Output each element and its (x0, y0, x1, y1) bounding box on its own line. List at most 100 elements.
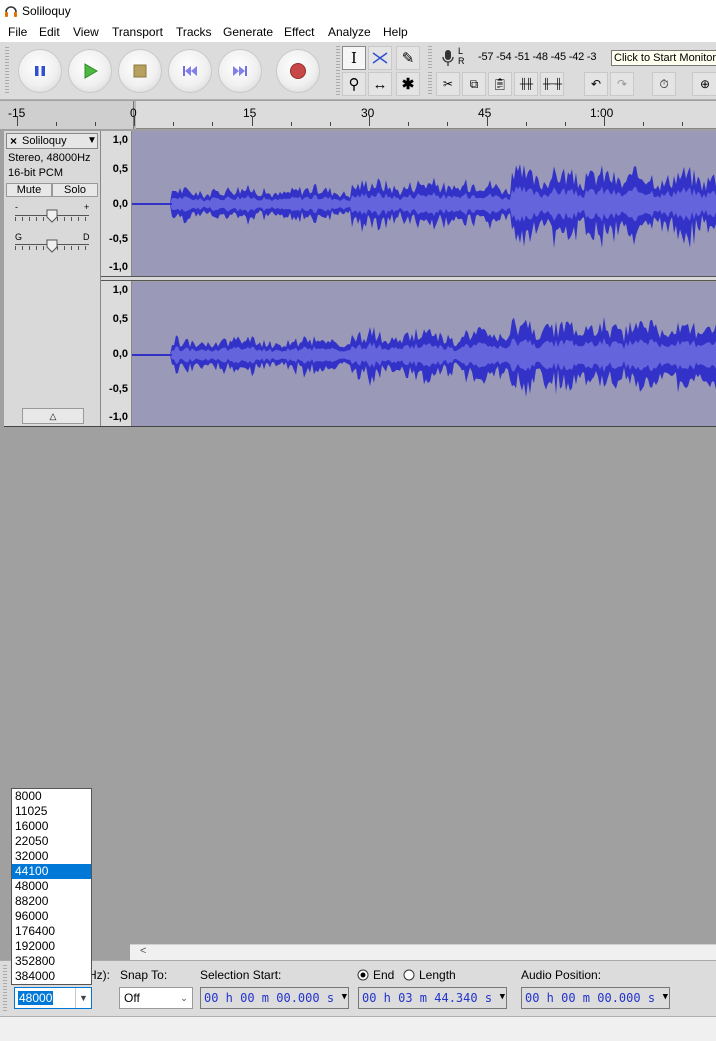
project-rate-combo[interactable]: 48000 ▼ (14, 987, 92, 1009)
end-radio[interactable] (357, 969, 369, 981)
track-format: Stereo, 48000Hz (8, 152, 91, 164)
horizontal-scrollbar[interactable]: < (130, 944, 716, 960)
rate-option[interactable]: 22050 (12, 834, 91, 849)
rate-option[interactable]: 44100 (12, 864, 91, 879)
waveform-right-channel[interactable] (132, 282, 716, 427)
solo-button[interactable]: Solo (52, 183, 98, 197)
amplitude-label: 0,0 (112, 348, 128, 360)
menu-analyze[interactable]: Analyze (328, 25, 371, 39)
paste-button[interactable]: 📋︎ (488, 72, 512, 96)
rate-option[interactable]: 352800 (12, 954, 91, 969)
triangle-up-icon: △ (49, 410, 57, 421)
rate-option[interactable]: 16000 (12, 819, 91, 834)
project-rate-value[interactable]: 48000 (18, 991, 54, 1005)
edit-toolbar-grip[interactable] (428, 72, 432, 94)
channel-separator[interactable] (101, 276, 716, 281)
skip-to-start-button[interactable] (168, 49, 212, 93)
snap-to-label: Snap To: (120, 968, 168, 982)
time-shift-tool[interactable]: ↔ (368, 72, 392, 96)
track-menu-chevron-icon[interactable]: ▼ (87, 135, 97, 146)
pause-button[interactable] (18, 49, 62, 93)
menu-file[interactable]: File (8, 25, 27, 39)
microphone-icon (442, 50, 454, 66)
rate-option[interactable]: 11025 (12, 804, 91, 819)
ruler-tick (290, 122, 292, 126)
selection-end-field[interactable]: 00 h 03 m 44.340 s ▼ (358, 987, 507, 1009)
amplitude-ruler-left[interactable]: 1,0 0,5 0,0 -0,5 -1,0 (101, 131, 132, 277)
zoom-tool[interactable]: ⚲ (342, 72, 366, 96)
ruler-tick (643, 122, 645, 126)
chevron-down-icon[interactable]: ⌄ (176, 988, 192, 1008)
skip-to-end-button[interactable] (218, 49, 262, 93)
chevron-down-icon[interactable]: ▼ (342, 992, 347, 1002)
ruler-tick (604, 116, 605, 126)
end-radio-label[interactable]: End (373, 968, 394, 982)
menu-effect[interactable]: Effect (284, 25, 314, 39)
trim-button[interactable]: ╫╫ (514, 72, 538, 96)
meter-toolbar-grip[interactable] (428, 46, 432, 68)
zoom-in-button[interactable]: ⊕ (692, 72, 716, 96)
tools-toolbar-grip[interactable] (336, 46, 340, 96)
track-control-panel[interactable]: × Soliloquy ▼ Stereo, 48000Hz 16-bit PCM… (4, 131, 101, 427)
length-radio[interactable] (403, 969, 415, 981)
chevron-down-icon[interactable]: ▼ (500, 992, 505, 1002)
rate-option[interactable]: 384000 (12, 969, 91, 984)
rate-option[interactable]: 48000 (12, 879, 91, 894)
rate-option[interactable]: 32000 (12, 849, 91, 864)
menu-generate[interactable]: Generate (223, 25, 273, 39)
menu-edit[interactable]: Edit (39, 25, 60, 39)
meter-channel-l: L (458, 46, 464, 56)
play-button[interactable] (68, 49, 112, 93)
selection-start-field[interactable]: 00 h 00 m 00.000 s ▼ (200, 987, 349, 1009)
redo-button[interactable]: ↷ (610, 72, 634, 96)
close-track-icon[interactable]: × (10, 134, 17, 148)
audio-position-field[interactable]: 00 h 00 m 00.000 s ▼ (521, 987, 670, 1009)
gain-slider-thumb[interactable] (46, 209, 58, 223)
record-button[interactable] (276, 49, 320, 93)
transport-toolbar-grip[interactable] (5, 47, 9, 95)
menu-help[interactable]: Help (383, 25, 408, 39)
pan-slider-thumb[interactable] (46, 239, 58, 253)
envelope-tool[interactable] (368, 46, 392, 70)
draw-tool[interactable]: ✎ (396, 46, 420, 70)
chevron-down-icon[interactable]: ▼ (75, 988, 91, 1008)
menu-view[interactable]: View (73, 25, 99, 39)
amplitude-label: 0,5 (112, 313, 128, 325)
meter-scale[interactable]: -57 -54 -51 -48 -45 -42 -3 (478, 51, 597, 63)
waveform-left-channel[interactable] (132, 131, 716, 276)
multi-tool[interactable]: ✱ (396, 72, 420, 96)
timeline-ruler[interactable]: -15 0 15 30 45 1:00 (0, 101, 716, 129)
length-radio-label[interactable]: Length (419, 968, 456, 982)
rate-option[interactable]: 192000 (12, 939, 91, 954)
sync-lock-button[interactable]: ⏱︎ (652, 72, 676, 96)
snap-to-value: Off (124, 991, 140, 1005)
mute-button[interactable]: Mute (6, 183, 52, 197)
copy-button[interactable]: ⧉ (462, 72, 486, 96)
chevron-down-icon[interactable]: ▼ (663, 992, 668, 1002)
track-name[interactable]: Soliloquy (22, 135, 67, 147)
amplitude-ruler-right[interactable]: 1,0 0,5 0,0 -0,5 -1,0 (101, 281, 132, 427)
rate-option[interactable]: 176400 (12, 924, 91, 939)
track-bit-depth: 16-bit PCM (8, 167, 64, 179)
menu-tracks[interactable]: Tracks (176, 25, 212, 39)
stop-button[interactable] (118, 49, 162, 93)
silence-button[interactable]: ╫─╫ (540, 72, 564, 96)
selection-tool[interactable]: I (342, 46, 366, 70)
selection-toolbar: Hz): 48000 ▼ Snap To: Off ⌄ Selection St… (0, 960, 716, 1016)
title-bar: Soliloquy (0, 0, 716, 22)
project-rate-dropdown[interactable]: 8000 11025 16000 22050 32000 44100 48000 88200 9… (11, 788, 92, 985)
collapse-track-button[interactable]: △ (22, 408, 84, 424)
rate-option[interactable]: 88200 (12, 894, 91, 909)
scroll-left-icon[interactable]: < (140, 945, 146, 957)
rate-option[interactable]: 96000 (12, 909, 91, 924)
rate-option[interactable]: 8000 (12, 789, 91, 804)
ruler-label: 15 (243, 106, 257, 120)
cut-button[interactable]: ✂ (436, 72, 460, 96)
undo-button[interactable]: ↶ (584, 72, 608, 96)
microphone-button[interactable] (436, 46, 460, 70)
snap-to-combo[interactable]: Off ⌄ (119, 987, 193, 1009)
menu-transport[interactable]: Transport (112, 25, 163, 39)
selection-toolbar-grip[interactable] (3, 965, 7, 1011)
ruler-tick (564, 122, 566, 126)
ruler-tick (682, 122, 684, 126)
